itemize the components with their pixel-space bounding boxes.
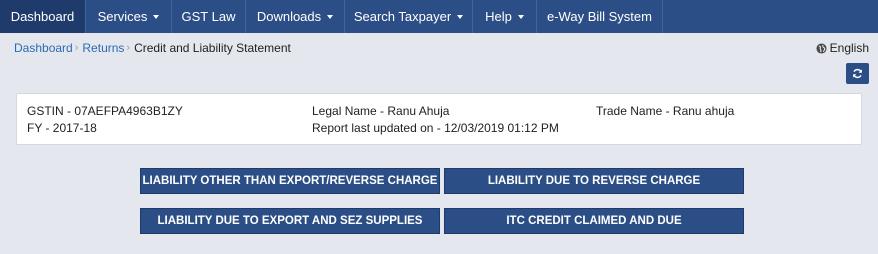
nav-search-taxpayer-label: Search Taxpayer bbox=[353, 9, 452, 24]
breadcrumb-returns-link[interactable]: Returns bbox=[82, 41, 124, 55]
nav-help[interactable]: Help bbox=[473, 0, 537, 33]
chevron-down-icon bbox=[327, 14, 334, 19]
nav-help-label: Help bbox=[485, 9, 512, 24]
liability-other-button[interactable]: LIABILITY OTHER THAN EXPORT/REVERSE CHAR… bbox=[140, 168, 440, 194]
chevron-down-icon bbox=[517, 14, 524, 19]
nav-services-label: Services bbox=[97, 9, 148, 24]
nav-dashboard-label: Dashboard bbox=[10, 9, 75, 24]
liability-reverse-charge-button[interactable]: LIABILITY DUE TO REVERSE CHARGE bbox=[444, 168, 744, 194]
nav-services[interactable]: Services bbox=[86, 0, 172, 33]
breadcrumb-current: Credit and Liability Statement bbox=[134, 41, 291, 55]
legal-name-text: Legal Name - Ranu Ahuja bbox=[312, 104, 450, 118]
trade-name-text: Trade Name - Ranu ahuja bbox=[596, 104, 735, 118]
gstin-text: GSTIN - 07AEFPA4963B1ZY bbox=[27, 104, 183, 118]
nav-gst-law-label: GST Law bbox=[181, 9, 236, 24]
itc-credit-button[interactable]: ITC CREDIT CLAIMED AND DUE bbox=[444, 208, 744, 234]
refresh-icon bbox=[853, 68, 862, 79]
language-label: English bbox=[829, 41, 869, 55]
refresh-button[interactable] bbox=[846, 63, 869, 84]
chevron-down-icon bbox=[457, 14, 464, 19]
nav-gst-law[interactable]: GST Law bbox=[172, 0, 246, 33]
top-navbar: Dashboard Services GST Law Downloads Sea… bbox=[0, 0, 878, 33]
nav-dashboard[interactable]: Dashboard bbox=[0, 0, 86, 33]
nav-eway-bill[interactable]: e-Way Bill System bbox=[537, 0, 663, 33]
breadcrumb: Dashboard › Returns › Credit and Liabili… bbox=[14, 41, 291, 55]
report-updated-text: Report last updated on - 12/03/2019 01:1… bbox=[312, 121, 559, 135]
financial-year-text: FY - 2017-18 bbox=[27, 121, 97, 135]
nav-downloads[interactable]: Downloads bbox=[246, 0, 345, 33]
breadcrumb-separator-icon: › bbox=[126, 42, 131, 54]
breadcrumb-dashboard-link[interactable]: Dashboard bbox=[14, 41, 73, 55]
nav-search-taxpayer[interactable]: Search Taxpayer bbox=[345, 0, 473, 33]
taxpayer-info-card: GSTIN - 07AEFPA4963B1ZY FY - 2017-18 Leg… bbox=[16, 93, 862, 145]
liability-export-sez-button[interactable]: LIABILITY DUE TO EXPORT AND SEZ SUPPLIES bbox=[140, 208, 440, 234]
globe-icon bbox=[816, 42, 827, 54]
language-selector[interactable]: English bbox=[816, 41, 869, 55]
nav-downloads-label: Downloads bbox=[256, 9, 322, 24]
nav-eway-bill-label: e-Way Bill System bbox=[547, 9, 652, 24]
breadcrumb-separator-icon: › bbox=[74, 42, 79, 54]
chevron-down-icon bbox=[153, 14, 160, 19]
